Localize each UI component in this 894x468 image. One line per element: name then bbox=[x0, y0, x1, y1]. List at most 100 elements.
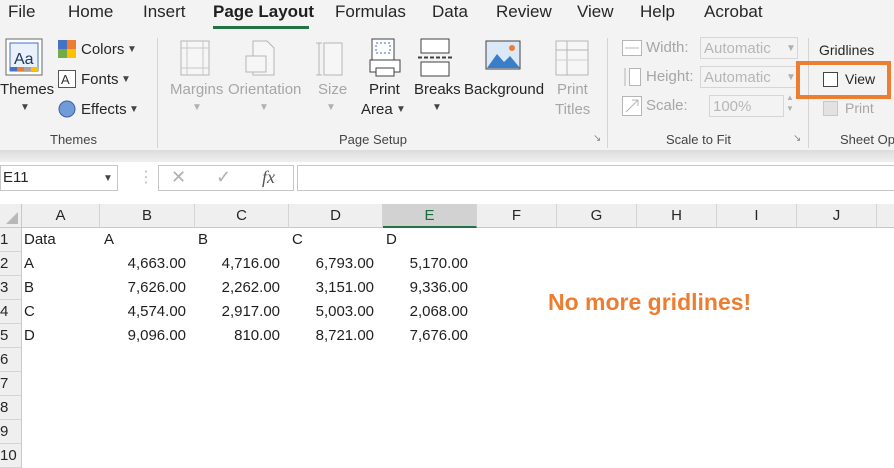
sheet-options-group-label: Sheet Op bbox=[840, 132, 894, 147]
formula-input[interactable] bbox=[297, 165, 894, 191]
themes-button[interactable]: Aa bbox=[5, 38, 45, 83]
cell-d3[interactable]: 3,151.00 bbox=[289, 276, 374, 300]
row-header[interactable]: 2 bbox=[0, 252, 22, 276]
cell-a4[interactable]: C bbox=[24, 300, 35, 324]
column-header[interactable]: I bbox=[717, 204, 797, 228]
row-header[interactable]: 3 bbox=[0, 276, 22, 300]
column-header[interactable]: C bbox=[195, 204, 289, 228]
column-header[interactable]: F bbox=[477, 204, 557, 228]
menu-data[interactable]: Data bbox=[432, 2, 468, 22]
menu-home[interactable]: Home bbox=[68, 2, 113, 22]
column-header[interactable]: B bbox=[100, 204, 195, 228]
print-area-button[interactable]: Print bbox=[369, 81, 400, 98]
cell-b4[interactable]: 4,574.00 bbox=[100, 300, 186, 324]
row-header[interactable]: 10 bbox=[0, 444, 22, 468]
cell-b2[interactable]: 4,663.00 bbox=[100, 252, 186, 276]
effects-button[interactable]: Effects bbox=[81, 101, 127, 118]
size-button[interactable]: Size bbox=[318, 81, 347, 98]
row-header[interactable]: 9 bbox=[0, 420, 22, 444]
chevron-down-icon[interactable]: ▼ bbox=[326, 102, 336, 113]
chevron-down-icon[interactable]: ▼ bbox=[121, 74, 131, 85]
menu-insert[interactable]: Insert bbox=[143, 2, 186, 22]
chevron-down-icon[interactable]: ▼ bbox=[103, 173, 113, 184]
size-icon bbox=[316, 40, 346, 83]
formula-bar-grip-icon[interactable]: ⋮ bbox=[138, 167, 154, 187]
cell-e5[interactable]: 7,676.00 bbox=[383, 324, 468, 348]
orientation-button[interactable]: Orientation bbox=[228, 81, 301, 98]
cell-b5[interactable]: 9,096.00 bbox=[100, 324, 186, 348]
print-titles-button[interactable]: Print bbox=[557, 81, 588, 98]
menu-file[interactable]: File bbox=[8, 2, 35, 22]
row-header[interactable]: 6 bbox=[0, 348, 22, 372]
chevron-down-icon[interactable]: ▼ bbox=[259, 102, 269, 113]
cell-b1[interactable]: A bbox=[104, 228, 114, 252]
cell-a2[interactable]: A bbox=[24, 252, 34, 276]
column-header[interactable]: G bbox=[557, 204, 637, 228]
dialog-launcher-icon[interactable]: ↘ bbox=[793, 133, 801, 144]
cell-a3[interactable]: B bbox=[24, 276, 34, 300]
breaks-button[interactable]: Breaks bbox=[414, 81, 461, 98]
menu-view[interactable]: View bbox=[577, 2, 614, 22]
print-titles-label-2[interactable]: Titles bbox=[555, 101, 590, 118]
chevron-down-icon[interactable]: ▼ bbox=[127, 44, 137, 55]
chevron-down-icon[interactable]: ▼ bbox=[396, 104, 406, 115]
margins-button[interactable]: Margins bbox=[170, 81, 223, 98]
cell-e3[interactable]: 9,336.00 bbox=[383, 276, 468, 300]
column-header-selected[interactable]: E bbox=[383, 204, 477, 228]
row-header[interactable]: 4 bbox=[0, 300, 22, 324]
row-header[interactable]: 5 bbox=[0, 324, 22, 348]
column-header[interactable]: D bbox=[289, 204, 383, 228]
column-header[interactable]: A bbox=[22, 204, 100, 228]
dialog-launcher-icon[interactable]: ↘ bbox=[593, 133, 601, 144]
chevron-down-icon[interactable]: ▼ bbox=[432, 102, 442, 113]
colors-button[interactable]: Colors bbox=[81, 41, 124, 58]
menu-help[interactable]: Help bbox=[640, 2, 675, 22]
cancel-icon[interactable]: ✕ bbox=[171, 167, 186, 188]
cell-c4[interactable]: 2,917.00 bbox=[195, 300, 280, 324]
row-header[interactable]: 8 bbox=[0, 396, 22, 420]
cell-a5[interactable]: D bbox=[24, 324, 35, 348]
spinner-down-icon[interactable]: ▼ bbox=[786, 104, 794, 113]
cell-c1[interactable]: B bbox=[198, 228, 208, 252]
chevron-down-icon[interactable]: ▼ bbox=[20, 102, 30, 113]
cell-b3[interactable]: 7,626.00 bbox=[100, 276, 186, 300]
cell-c2[interactable]: 4,716.00 bbox=[195, 252, 280, 276]
print-gridlines-label[interactable]: Print bbox=[845, 100, 874, 116]
cell-c5[interactable]: 810.00 bbox=[195, 324, 280, 348]
cell-e4[interactable]: 2,068.00 bbox=[383, 300, 468, 324]
scale-input[interactable]: 100% bbox=[709, 95, 784, 117]
chevron-down-icon[interactable]: ▼ bbox=[786, 72, 796, 83]
menu-page-layout[interactable]: Page Layout bbox=[213, 2, 314, 22]
enter-icon[interactable]: ✓ bbox=[216, 167, 231, 188]
column-header-partial[interactable] bbox=[877, 204, 894, 228]
chevron-down-icon[interactable]: ▼ bbox=[786, 43, 796, 54]
row-header[interactable]: 1 bbox=[0, 228, 22, 252]
menu-formulas[interactable]: Formulas bbox=[335, 2, 406, 22]
cell-d5[interactable]: 8,721.00 bbox=[289, 324, 374, 348]
themes-label[interactable]: Themes bbox=[0, 81, 54, 98]
height-select[interactable]: Automatic bbox=[700, 66, 798, 88]
chevron-down-icon[interactable]: ▼ bbox=[192, 102, 202, 113]
cell-e1[interactable]: D bbox=[386, 228, 397, 252]
spinner-up-icon[interactable]: ▲ bbox=[786, 93, 794, 102]
chevron-down-icon[interactable]: ▼ bbox=[129, 104, 139, 115]
cell-e2[interactable]: 5,170.00 bbox=[383, 252, 468, 276]
cell-d1[interactable]: C bbox=[292, 228, 303, 252]
menu-review[interactable]: Review bbox=[496, 2, 552, 22]
cell-d2[interactable]: 6,793.00 bbox=[289, 252, 374, 276]
fonts-button[interactable]: Fonts bbox=[81, 71, 119, 88]
cell-c3[interactable]: 2,262.00 bbox=[195, 276, 280, 300]
cell-a1[interactable]: Data bbox=[24, 228, 56, 252]
row-header[interactable]: 7 bbox=[0, 372, 22, 396]
width-select[interactable]: Automatic bbox=[700, 37, 798, 59]
column-header[interactable]: J bbox=[797, 204, 877, 228]
background-button[interactable]: Background bbox=[464, 81, 544, 98]
insert-function-icon[interactable]: fx bbox=[262, 167, 275, 188]
menu-acrobat[interactable]: Acrobat bbox=[704, 2, 763, 22]
column-header[interactable]: H bbox=[637, 204, 717, 228]
name-box[interactable]: E11 bbox=[0, 165, 118, 191]
print-gridlines-checkbox[interactable] bbox=[823, 101, 839, 122]
cell-d4[interactable]: 5,003.00 bbox=[289, 300, 374, 324]
select-all-corner[interactable] bbox=[0, 204, 22, 228]
print-area-label-2[interactable]: Area bbox=[361, 101, 393, 118]
